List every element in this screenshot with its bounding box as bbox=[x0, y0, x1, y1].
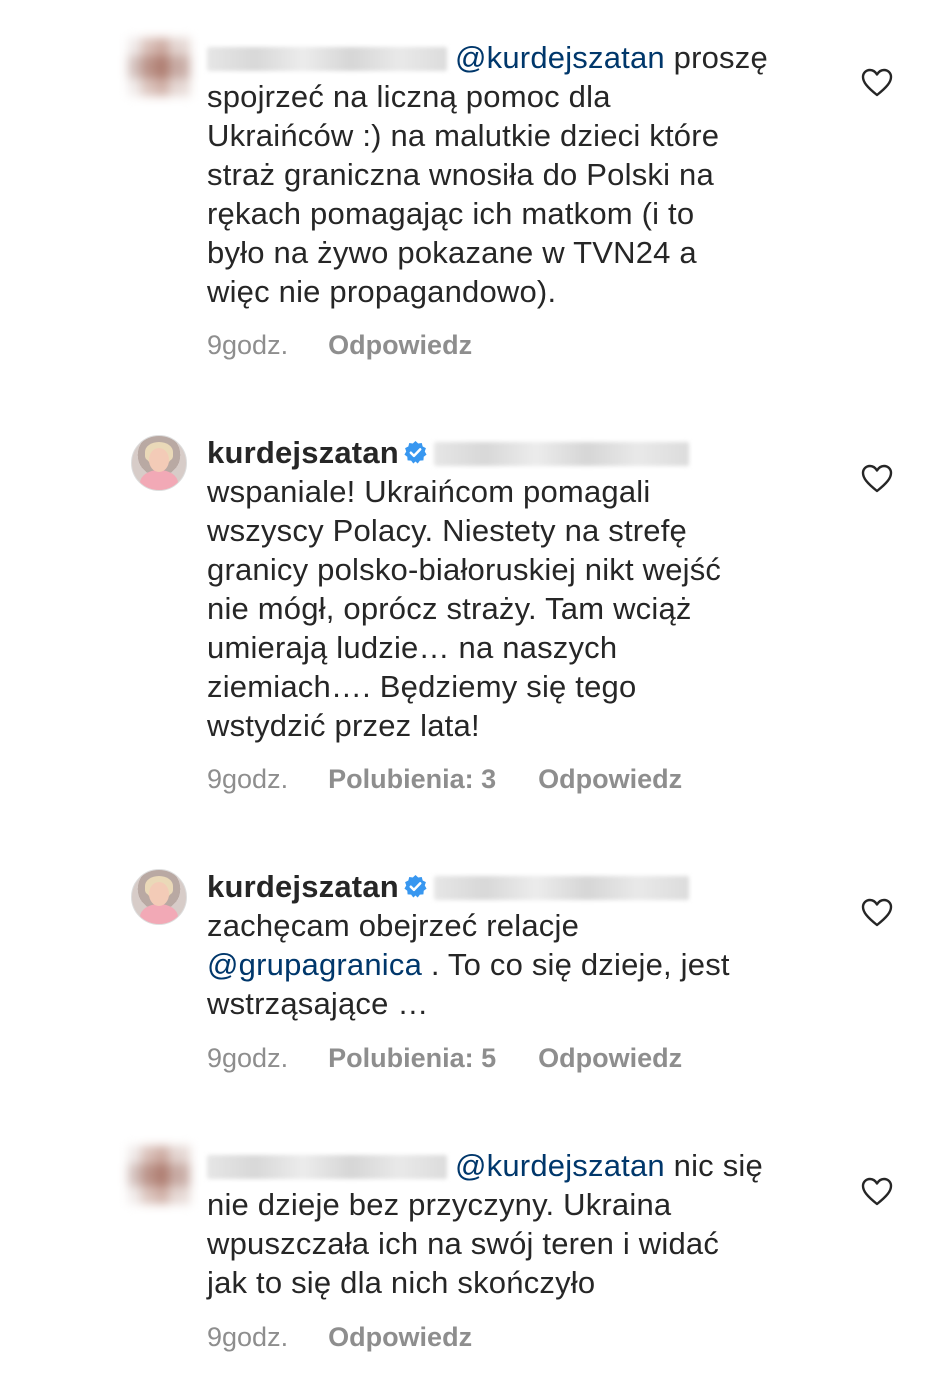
comment-line: spojrzeć na liczną pomoc dla bbox=[207, 79, 611, 114]
heart-outline-icon[interactable] bbox=[861, 1177, 893, 1207]
comment-line: było na żywo pokazane w TVN24 a bbox=[207, 235, 697, 270]
heart-outline-icon[interactable] bbox=[861, 68, 893, 98]
blurred-username[interactable] bbox=[207, 1155, 447, 1179]
avatar-face bbox=[149, 882, 169, 906]
comment-line: kurdejszatan bbox=[207, 433, 807, 472]
avatar[interactable] bbox=[131, 869, 187, 925]
comment-line: zachęcam obejrzeć relacje bbox=[207, 908, 580, 943]
comment-meta: 9godz. Polubienia: 3 Odpowiedz bbox=[207, 764, 682, 795]
mention-link[interactable]: @kurdejszatan bbox=[455, 1148, 665, 1183]
likes-count[interactable]: Polubienia: 5 bbox=[328, 1043, 496, 1074]
reply-button[interactable]: Odpowiedz bbox=[538, 764, 682, 795]
comment-line: ziemiach…. Będziemy się tego bbox=[207, 669, 637, 704]
username-link[interactable]: kurdejszatan bbox=[207, 869, 399, 904]
avatar-face bbox=[149, 448, 169, 472]
comment-line: wstrząsające … bbox=[207, 986, 429, 1021]
comment-meta: 9godz. Odpowiedz bbox=[207, 330, 472, 361]
blurred-username[interactable] bbox=[433, 442, 689, 466]
reply-button[interactable]: Odpowiedz bbox=[538, 1043, 682, 1074]
comment-line: wszyscy Polacy. Niestety na strefę bbox=[207, 513, 687, 548]
timestamp: 9godz. bbox=[207, 1043, 289, 1073]
username-link[interactable]: kurdejszatan bbox=[207, 435, 399, 470]
mention-link[interactable]: @grupagranica bbox=[207, 947, 422, 982]
comment-text-fragment: nic się bbox=[664, 1148, 763, 1183]
comment-line: więc nie propagandowo). bbox=[207, 274, 557, 309]
timestamp: 9godz. bbox=[207, 1322, 289, 1352]
avatar-body bbox=[140, 470, 178, 490]
heart-outline-icon[interactable] bbox=[861, 464, 893, 494]
comment-line: @kurdejszatan nic się bbox=[207, 1146, 807, 1185]
comment-line: wpuszczała ich na swój teren i widać bbox=[207, 1226, 720, 1261]
comment-line: straż graniczna wnosiła do Polski na bbox=[207, 157, 714, 192]
avatar[interactable] bbox=[131, 435, 187, 491]
comment-line: wspaniale! Ukraińcom pomagali bbox=[207, 474, 651, 509]
comment-text: @kurdejszatan nic się nie dzieje bez prz… bbox=[207, 1146, 807, 1302]
comment-line: jak to się dla nich skończyło bbox=[207, 1265, 596, 1300]
avatar-body bbox=[140, 904, 178, 924]
blurred-username[interactable] bbox=[433, 876, 689, 900]
verified-badge-icon bbox=[404, 441, 427, 464]
comment-line: umierają ludzie… na naszych bbox=[207, 630, 618, 665]
comment-meta: 9godz. Odpowiedz bbox=[207, 1322, 472, 1353]
comment-text-fragment: proszę bbox=[664, 40, 768, 75]
heart-outline-icon[interactable] bbox=[861, 898, 893, 928]
comment-line: @grupagranica . To co się dzieje, jest bbox=[207, 945, 807, 984]
comment-line: nie mógł, oprócz straży. Tam wciąż bbox=[207, 591, 692, 626]
comment-line: Ukraińców :) na malutkie dzieci które bbox=[207, 118, 720, 153]
mention-link[interactable]: @kurdejszatan bbox=[455, 40, 665, 75]
comment-line: granicy polsko-białoruskiej nikt wejść bbox=[207, 552, 722, 587]
comment-meta: 9godz. Polubienia: 5 Odpowiedz bbox=[207, 1043, 682, 1074]
blurred-username[interactable] bbox=[207, 47, 447, 71]
avatar-blurred[interactable] bbox=[128, 1146, 190, 1204]
avatar-blurred[interactable] bbox=[128, 38, 190, 96]
timestamp: 9godz. bbox=[207, 330, 289, 360]
comment-text: @kurdejszatan proszę spojrzeć na liczną … bbox=[207, 38, 807, 311]
reply-button[interactable]: Odpowiedz bbox=[328, 330, 472, 361]
likes-count[interactable]: Polubienia: 3 bbox=[328, 764, 496, 795]
reply-button[interactable]: Odpowiedz bbox=[328, 1322, 472, 1353]
comment-line: kurdejszatan bbox=[207, 867, 807, 906]
comment-line: wstydzić przez lata! bbox=[207, 708, 480, 743]
comment-text-fragment: . To co się dzieje, jest bbox=[422, 947, 730, 982]
comment-text: kurdejszatan wspaniale! Ukraińcom pomaga… bbox=[207, 433, 807, 745]
timestamp: 9godz. bbox=[207, 764, 289, 794]
comment-line: nie dzieje bez przyczyny. Ukraina bbox=[207, 1187, 672, 1222]
comment-text: kurdejszatan zachęcam obejrzeć relacje @… bbox=[207, 867, 807, 1023]
verified-badge-icon bbox=[404, 875, 427, 898]
comment-line: @kurdejszatan proszę bbox=[207, 38, 807, 77]
comment-line: rękach pomagając ich matkom (i to bbox=[207, 196, 695, 231]
